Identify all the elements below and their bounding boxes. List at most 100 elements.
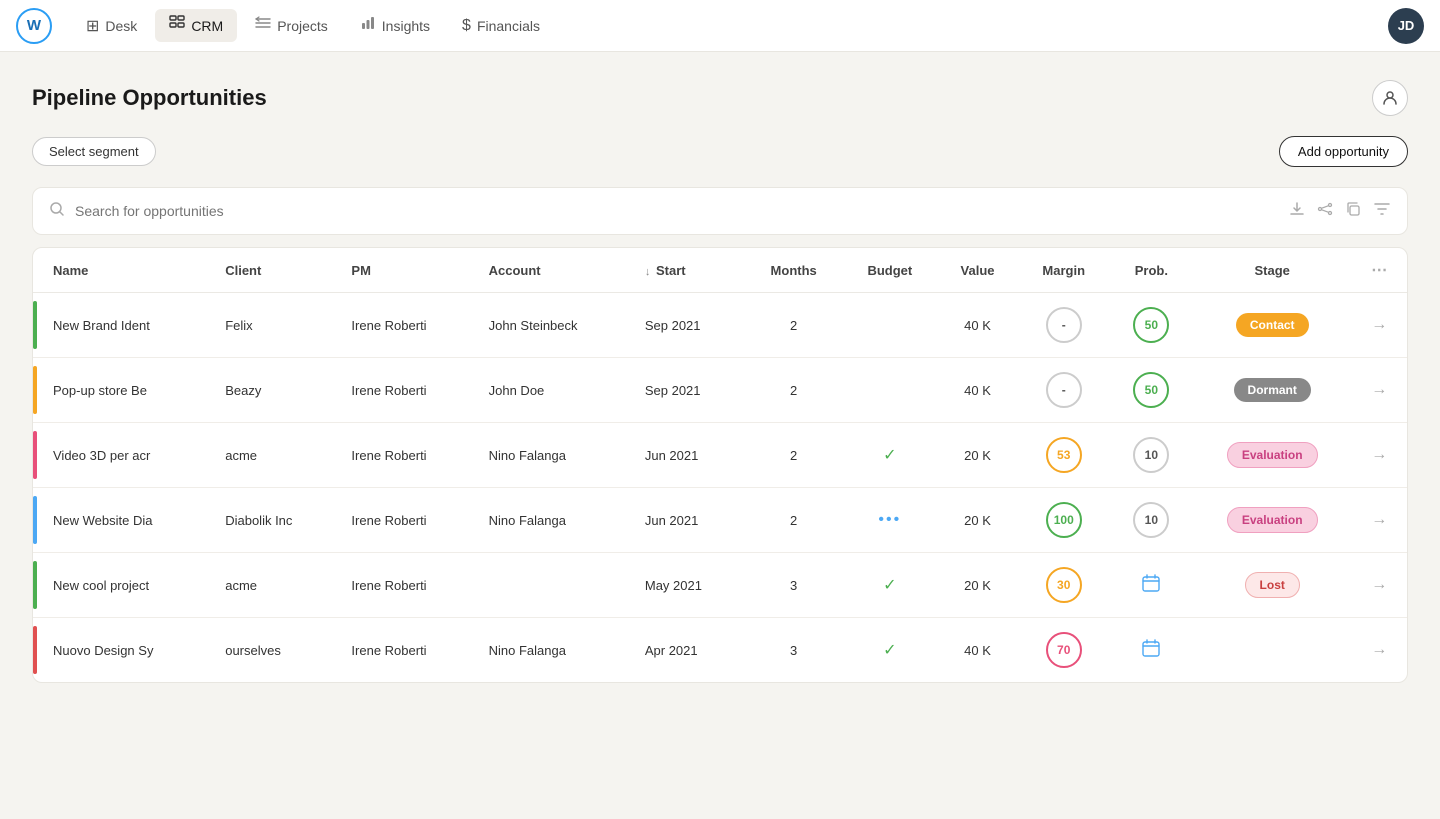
stage-badge[interactable]: Lost (1245, 572, 1300, 598)
download-icon[interactable] (1289, 201, 1305, 222)
cell-arrow[interactable]: → (1352, 488, 1407, 553)
col-header-margin: Margin (1018, 248, 1110, 293)
budget-check-icon: ✓ (883, 577, 896, 594)
cell-stage[interactable] (1193, 618, 1352, 683)
cell-months: 3 (745, 618, 842, 683)
opportunities-table: Name Client PM Account ↓ Start (32, 247, 1408, 683)
nav-item-crm[interactable]: CRM (155, 9, 237, 42)
row-navigate-button[interactable]: → (1371, 381, 1387, 399)
indicator-col-header (33, 248, 41, 293)
stage-badge[interactable]: Contact (1236, 313, 1309, 337)
cell-months: 3 (745, 553, 842, 618)
col-header-name: Name (41, 248, 213, 293)
cell-value: 40 K (937, 618, 1017, 683)
cell-pm: Irene Roberti (339, 618, 476, 683)
table-row: New cool projectacmeIrene RobertiMay 202… (33, 553, 1407, 618)
prob-circle: 10 (1133, 437, 1169, 473)
table-row: New Website DiaDiabolik IncIrene Roberti… (33, 488, 1407, 553)
row-navigate-button[interactable]: → (1371, 641, 1387, 659)
cell-prob: 10 (1110, 423, 1193, 488)
table-row: New Brand IdentFelixIrene RobertiJohn St… (33, 293, 1407, 358)
table-row: Pop-up store BeBeazyIrene RobertiJohn Do… (33, 358, 1407, 423)
cell-budget (842, 358, 937, 423)
cell-margin: 100 (1018, 488, 1110, 553)
search-bar (32, 187, 1408, 235)
cell-client: acme (213, 553, 339, 618)
cell-months: 2 (745, 358, 842, 423)
col-header-budget: Budget (842, 248, 937, 293)
cell-stage[interactable]: Lost (1193, 553, 1352, 618)
filter-icon[interactable] (1373, 200, 1391, 223)
col-header-stage: Stage (1193, 248, 1352, 293)
cell-prob: 50 (1110, 358, 1193, 423)
more-options-icon[interactable]: ⋯ (1371, 262, 1387, 279)
cell-stage[interactable]: Evaluation (1193, 488, 1352, 553)
row-navigate-button[interactable]: → (1371, 576, 1387, 594)
cell-stage[interactable]: Evaluation (1193, 423, 1352, 488)
margin-circle: - (1046, 372, 1082, 408)
cell-start: Apr 2021 (633, 618, 745, 683)
search-input[interactable] (75, 203, 1289, 219)
stage-badge[interactable]: Evaluation (1227, 442, 1318, 468)
copy-icon[interactable] (1345, 201, 1361, 222)
row-indicator-cell (33, 553, 41, 618)
add-opportunity-button[interactable]: Add opportunity (1279, 136, 1408, 167)
cell-margin: 70 (1018, 618, 1110, 683)
cell-value: 20 K (937, 423, 1017, 488)
cell-budget: ✓ (842, 618, 937, 683)
cell-name: New cool project (41, 553, 213, 618)
topnav: W ⊞ Desk CRM Pr (0, 0, 1440, 52)
cell-arrow[interactable]: → (1352, 293, 1407, 358)
row-navigate-button[interactable]: → (1371, 316, 1387, 334)
cell-arrow[interactable]: → (1352, 618, 1407, 683)
cell-start: Sep 2021 (633, 358, 745, 423)
search-icon (49, 201, 65, 222)
profile-icon-button[interactable] (1372, 80, 1408, 116)
stage-badge[interactable]: Evaluation (1227, 507, 1318, 533)
cell-value: 20 K (937, 553, 1017, 618)
cell-months: 2 (745, 488, 842, 553)
col-header-months: Months (745, 248, 842, 293)
cell-arrow[interactable]: → (1352, 423, 1407, 488)
cell-pm: Irene Roberti (339, 488, 476, 553)
stage-badge[interactable]: Dormant (1234, 378, 1311, 402)
cell-stage[interactable]: Contact (1193, 293, 1352, 358)
row-navigate-button[interactable]: → (1371, 511, 1387, 529)
cell-margin: 30 (1018, 553, 1110, 618)
prob-circle: 10 (1133, 502, 1169, 538)
user-avatar[interactable]: JD (1388, 8, 1424, 44)
cell-months: 2 (745, 293, 842, 358)
share-icon[interactable] (1317, 201, 1333, 222)
cell-prob: 10 (1110, 488, 1193, 553)
col-header-value: Value (937, 248, 1017, 293)
prob-calendar-icon (1141, 645, 1161, 662)
cell-arrow[interactable]: → (1352, 358, 1407, 423)
margin-circle: 53 (1046, 437, 1082, 473)
nav-item-financials[interactable]: $ Financials (448, 11, 554, 41)
cell-stage[interactable]: Dormant (1193, 358, 1352, 423)
cell-arrow[interactable]: → (1352, 553, 1407, 618)
row-indicator-cell (33, 488, 41, 553)
table-header-row: Name Client PM Account ↓ Start (33, 248, 1407, 293)
cell-account: John Doe (477, 358, 633, 423)
margin-circle: - (1046, 307, 1082, 343)
cell-account: Nino Falanga (477, 423, 633, 488)
nav-items: ⊞ Desk CRM Projects (72, 9, 1388, 42)
budget-check-icon: ✓ (883, 642, 896, 659)
row-indicator-cell (33, 358, 41, 423)
nav-item-desk[interactable]: ⊞ Desk (72, 10, 151, 42)
col-header-prob: Prob. (1110, 248, 1193, 293)
select-segment-button[interactable]: Select segment (32, 137, 156, 166)
nav-item-projects[interactable]: Projects (241, 9, 342, 42)
nav-item-insights[interactable]: Insights (346, 9, 444, 42)
prob-circle: 50 (1133, 307, 1169, 343)
cell-name: New Website Dia (41, 488, 213, 553)
col-header-start[interactable]: ↓ Start (633, 248, 745, 293)
desk-icon: ⊞ (86, 16, 99, 36)
cell-margin: - (1018, 358, 1110, 423)
app-logo[interactable]: W (16, 8, 52, 44)
row-navigate-button[interactable]: → (1371, 446, 1387, 464)
cell-budget: ✓ (842, 553, 937, 618)
cell-value: 40 K (937, 293, 1017, 358)
cell-value: 20 K (937, 488, 1017, 553)
